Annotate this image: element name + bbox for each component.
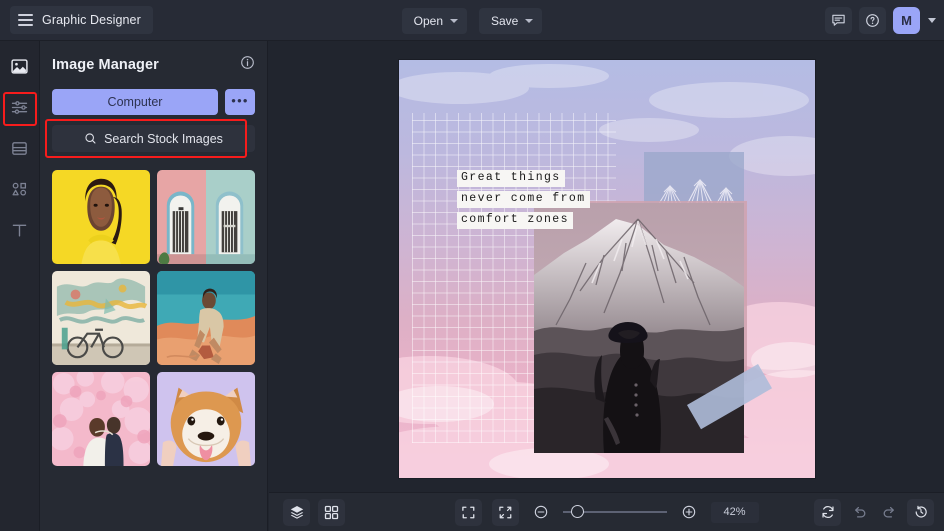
avatar-initial: M <box>901 13 912 28</box>
zoom-in-button[interactable] <box>677 500 701 524</box>
layers-icon <box>290 505 303 519</box>
thumb-doors[interactable] <box>157 170 255 264</box>
app-title: Graphic Designer <box>42 13 141 27</box>
layout-rows-icon <box>12 141 27 155</box>
zoom-out-icon <box>534 505 547 519</box>
comment-button[interactable] <box>825 7 852 34</box>
bottom-left-tools <box>283 498 345 526</box>
undo-icon <box>854 506 865 517</box>
history-button[interactable] <box>907 498 934 526</box>
zoom-out-button[interactable] <box>529 500 553 524</box>
save-menu-button[interactable]: Save <box>479 7 543 34</box>
bottom-right-tools <box>814 498 934 526</box>
shapes-icon <box>12 182 27 196</box>
chevron-down-icon <box>525 18 534 23</box>
thumb-wedding-blossom-image <box>52 372 150 466</box>
app-root: Graphic Designer Open Save M Image Manag… <box>0 0 944 531</box>
comment-icon <box>832 14 845 26</box>
sidebar-item-layouts[interactable] <box>7 135 33 161</box>
zoom-level-value[interactable]: 42% <box>710 501 759 523</box>
thumb-shiba-dog[interactable] <box>157 372 255 466</box>
thumb-bicycle-mural-image <box>52 271 150 365</box>
info-circle-icon <box>241 56 254 69</box>
thumb-shiba-dog-image <box>157 372 255 466</box>
undo-button[interactable] <box>847 500 871 524</box>
computer-button[interactable]: Computer <box>52 89 218 115</box>
thumb-portrait-yellow-image <box>52 170 150 264</box>
history-clock-icon <box>915 505 927 518</box>
grid-view-icon <box>324 505 339 519</box>
brand-menu-button[interactable]: Graphic Designer <box>10 6 153 34</box>
redo-button[interactable] <box>877 500 901 524</box>
thumb-wedding-blossom[interactable] <box>52 372 150 466</box>
search-input[interactable]: Search Stock Images <box>52 125 255 152</box>
help-button[interactable] <box>859 7 886 34</box>
fit-to-screen-icon <box>461 506 474 518</box>
thumb-portrait-yellow[interactable] <box>52 170 150 264</box>
collapse-button[interactable] <box>491 498 519 526</box>
quote-line-1: Great things <box>457 170 565 188</box>
image-manager-panel: Image Manager Computer ••• Search Stock … <box>40 41 268 531</box>
bottom-toolbar: 42% <box>269 492 944 531</box>
page-title: Image Manager <box>52 57 159 73</box>
zoom-slider-handle[interactable] <box>570 505 584 518</box>
quote-line-3: comfort zones <box>457 212 573 230</box>
save-label: Save <box>491 13 519 28</box>
more-label: ••• <box>231 92 249 108</box>
thumb-bicycle-mural[interactable] <box>52 271 150 365</box>
text-t-icon <box>12 224 27 237</box>
open-menu-button[interactable]: Open <box>401 7 467 34</box>
thumb-desert-man-image <box>157 271 255 365</box>
quote-line-2: never come from <box>457 191 590 209</box>
panel-header: Image Manager <box>52 41 255 83</box>
fit-to-screen-button[interactable] <box>454 498 482 526</box>
hamburger-icon[interactable] <box>18 14 33 26</box>
stock-thumbnail-grid <box>52 170 255 466</box>
search-placeholder: Search Stock Images <box>104 131 223 146</box>
image-icon <box>11 58 28 74</box>
layers-button[interactable] <box>283 498 310 526</box>
sidebar-item-shapes[interactable] <box>7 176 33 202</box>
help-circle-icon <box>866 14 879 27</box>
collapse-arrows-icon <box>498 506 511 518</box>
search-icon <box>85 133 96 144</box>
tool-rail <box>0 41 40 531</box>
source-buttons: Computer ••• <box>52 89 255 115</box>
redo-icon <box>883 506 894 517</box>
more-sources-button[interactable]: ••• <box>225 89 255 115</box>
quote-text-block[interactable]: Great things never come from comfort zon… <box>457 170 590 230</box>
computer-label: Computer <box>107 95 163 109</box>
sliders-icon <box>11 100 28 114</box>
open-label: Open <box>413 13 443 28</box>
sidebar-item-image-manager[interactable] <box>7 53 33 79</box>
thumb-desert-man[interactable] <box>157 271 255 365</box>
refresh-icon <box>821 506 834 518</box>
sidebar-item-text[interactable] <box>7 217 33 243</box>
avatar[interactable]: M <box>893 7 920 34</box>
zoom-in-icon <box>682 505 695 519</box>
search-stock-images-wrap: Search Stock Images <box>45 119 255 158</box>
zoom-slider[interactable] <box>562 505 667 519</box>
top-right-actions: M <box>825 0 936 41</box>
grid-view-button[interactable] <box>318 498 345 526</box>
thumb-doors-image <box>157 170 255 264</box>
sidebar-item-adjustments[interactable] <box>7 94 33 120</box>
refresh-button[interactable] <box>814 498 841 526</box>
canvas-stage[interactable]: Great things never come from comfort zon… <box>269 41 944 492</box>
chevron-down-icon <box>450 18 458 23</box>
design-canvas[interactable]: Great things never come from comfort zon… <box>399 60 815 478</box>
top-bar: Graphic Designer Open Save M <box>0 0 944 41</box>
chevron-down-icon[interactable] <box>928 18 936 23</box>
info-button[interactable] <box>240 55 255 75</box>
